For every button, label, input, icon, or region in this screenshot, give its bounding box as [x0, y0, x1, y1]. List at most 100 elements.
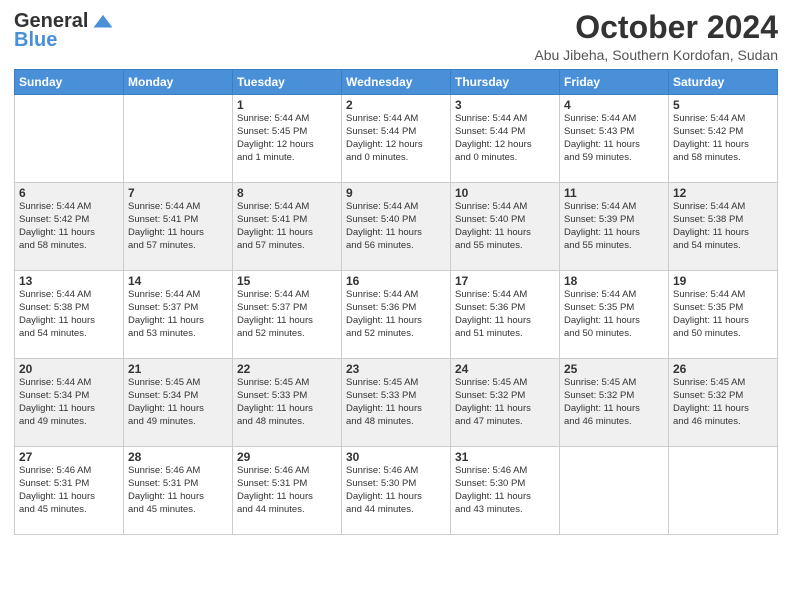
day-info: Sunrise: 5:45 AM Sunset: 5:32 PM Dayligh… — [455, 377, 555, 428]
day-number: 26 — [673, 362, 773, 376]
header: General Blue October 2024 Abu Jibeha, So… — [14, 10, 778, 63]
calendar-day-header: Monday — [124, 70, 233, 95]
calendar-cell: 31Sunrise: 5:46 AM Sunset: 5:30 PM Dayli… — [451, 447, 560, 535]
day-info: Sunrise: 5:44 AM Sunset: 5:35 PM Dayligh… — [564, 289, 664, 340]
calendar-cell: 24Sunrise: 5:45 AM Sunset: 5:32 PM Dayli… — [451, 359, 560, 447]
day-number: 23 — [346, 362, 446, 376]
day-number: 17 — [455, 274, 555, 288]
calendar-week-row: 1Sunrise: 5:44 AM Sunset: 5:45 PM Daylig… — [15, 95, 778, 183]
day-number: 24 — [455, 362, 555, 376]
calendar-cell: 17Sunrise: 5:44 AM Sunset: 5:36 PM Dayli… — [451, 271, 560, 359]
day-info: Sunrise: 5:46 AM Sunset: 5:31 PM Dayligh… — [237, 465, 337, 516]
calendar-cell: 23Sunrise: 5:45 AM Sunset: 5:33 PM Dayli… — [342, 359, 451, 447]
day-info: Sunrise: 5:44 AM Sunset: 5:36 PM Dayligh… — [346, 289, 446, 340]
day-number: 22 — [237, 362, 337, 376]
calendar-cell: 16Sunrise: 5:44 AM Sunset: 5:36 PM Dayli… — [342, 271, 451, 359]
calendar-week-row: 13Sunrise: 5:44 AM Sunset: 5:38 PM Dayli… — [15, 271, 778, 359]
calendar-cell — [124, 95, 233, 183]
calendar-cell: 25Sunrise: 5:45 AM Sunset: 5:32 PM Dayli… — [560, 359, 669, 447]
day-number: 7 — [128, 186, 228, 200]
day-number: 6 — [19, 186, 119, 200]
calendar-cell: 18Sunrise: 5:44 AM Sunset: 5:35 PM Dayli… — [560, 271, 669, 359]
calendar-cell: 5Sunrise: 5:44 AM Sunset: 5:42 PM Daylig… — [669, 95, 778, 183]
day-number: 2 — [346, 98, 446, 112]
calendar: SundayMondayTuesdayWednesdayThursdayFrid… — [14, 69, 778, 535]
page: General Blue October 2024 Abu Jibeha, So… — [0, 0, 792, 612]
day-number: 29 — [237, 450, 337, 464]
day-info: Sunrise: 5:44 AM Sunset: 5:37 PM Dayligh… — [128, 289, 228, 340]
day-info: Sunrise: 5:44 AM Sunset: 5:36 PM Dayligh… — [455, 289, 555, 340]
day-info: Sunrise: 5:45 AM Sunset: 5:34 PM Dayligh… — [128, 377, 228, 428]
day-number: 21 — [128, 362, 228, 376]
calendar-cell: 3Sunrise: 5:44 AM Sunset: 5:44 PM Daylig… — [451, 95, 560, 183]
day-info: Sunrise: 5:44 AM Sunset: 5:44 PM Dayligh… — [346, 113, 446, 164]
calendar-day-header: Friday — [560, 70, 669, 95]
calendar-cell: 7Sunrise: 5:44 AM Sunset: 5:41 PM Daylig… — [124, 183, 233, 271]
day-number: 9 — [346, 186, 446, 200]
day-info: Sunrise: 5:44 AM Sunset: 5:40 PM Dayligh… — [455, 201, 555, 252]
calendar-day-header: Wednesday — [342, 70, 451, 95]
calendar-cell: 9Sunrise: 5:44 AM Sunset: 5:40 PM Daylig… — [342, 183, 451, 271]
calendar-cell: 26Sunrise: 5:45 AM Sunset: 5:32 PM Dayli… — [669, 359, 778, 447]
title-section: October 2024 Abu Jibeha, Southern Kordof… — [534, 10, 778, 63]
calendar-cell: 27Sunrise: 5:46 AM Sunset: 5:31 PM Dayli… — [15, 447, 124, 535]
calendar-cell: 11Sunrise: 5:44 AM Sunset: 5:39 PM Dayli… — [560, 183, 669, 271]
day-info: Sunrise: 5:44 AM Sunset: 5:45 PM Dayligh… — [237, 113, 337, 164]
calendar-cell: 10Sunrise: 5:44 AM Sunset: 5:40 PM Dayli… — [451, 183, 560, 271]
calendar-cell — [669, 447, 778, 535]
day-number: 14 — [128, 274, 228, 288]
calendar-week-row: 20Sunrise: 5:44 AM Sunset: 5:34 PM Dayli… — [15, 359, 778, 447]
day-number: 13 — [19, 274, 119, 288]
day-info: Sunrise: 5:46 AM Sunset: 5:31 PM Dayligh… — [19, 465, 119, 516]
logo-icon — [92, 11, 114, 33]
day-number: 1 — [237, 98, 337, 112]
day-number: 19 — [673, 274, 773, 288]
day-number: 3 — [455, 98, 555, 112]
calendar-cell: 29Sunrise: 5:46 AM Sunset: 5:31 PM Dayli… — [233, 447, 342, 535]
calendar-cell — [560, 447, 669, 535]
calendar-cell — [15, 95, 124, 183]
calendar-cell: 4Sunrise: 5:44 AM Sunset: 5:43 PM Daylig… — [560, 95, 669, 183]
calendar-cell: 22Sunrise: 5:45 AM Sunset: 5:33 PM Dayli… — [233, 359, 342, 447]
location: Abu Jibeha, Southern Kordofan, Sudan — [534, 47, 778, 63]
day-number: 10 — [455, 186, 555, 200]
day-info: Sunrise: 5:44 AM Sunset: 5:44 PM Dayligh… — [455, 113, 555, 164]
day-info: Sunrise: 5:46 AM Sunset: 5:31 PM Dayligh… — [128, 465, 228, 516]
day-number: 31 — [455, 450, 555, 464]
day-info: Sunrise: 5:44 AM Sunset: 5:37 PM Dayligh… — [237, 289, 337, 340]
calendar-cell: 15Sunrise: 5:44 AM Sunset: 5:37 PM Dayli… — [233, 271, 342, 359]
month-title: October 2024 — [534, 10, 778, 45]
day-number: 5 — [673, 98, 773, 112]
day-info: Sunrise: 5:44 AM Sunset: 5:41 PM Dayligh… — [237, 201, 337, 252]
calendar-cell: 8Sunrise: 5:44 AM Sunset: 5:41 PM Daylig… — [233, 183, 342, 271]
calendar-cell: 19Sunrise: 5:44 AM Sunset: 5:35 PM Dayli… — [669, 271, 778, 359]
calendar-cell: 28Sunrise: 5:46 AM Sunset: 5:31 PM Dayli… — [124, 447, 233, 535]
day-info: Sunrise: 5:44 AM Sunset: 5:40 PM Dayligh… — [346, 201, 446, 252]
day-info: Sunrise: 5:44 AM Sunset: 5:39 PM Dayligh… — [564, 201, 664, 252]
calendar-cell: 2Sunrise: 5:44 AM Sunset: 5:44 PM Daylig… — [342, 95, 451, 183]
day-info: Sunrise: 5:44 AM Sunset: 5:42 PM Dayligh… — [19, 201, 119, 252]
day-info: Sunrise: 5:44 AM Sunset: 5:41 PM Dayligh… — [128, 201, 228, 252]
day-number: 11 — [564, 186, 664, 200]
day-number: 8 — [237, 186, 337, 200]
day-info: Sunrise: 5:46 AM Sunset: 5:30 PM Dayligh… — [455, 465, 555, 516]
calendar-cell: 12Sunrise: 5:44 AM Sunset: 5:38 PM Dayli… — [669, 183, 778, 271]
calendar-day-header: Tuesday — [233, 70, 342, 95]
day-number: 30 — [346, 450, 446, 464]
day-number: 16 — [346, 274, 446, 288]
calendar-cell: 14Sunrise: 5:44 AM Sunset: 5:37 PM Dayli… — [124, 271, 233, 359]
calendar-week-row: 6Sunrise: 5:44 AM Sunset: 5:42 PM Daylig… — [15, 183, 778, 271]
day-number: 15 — [237, 274, 337, 288]
day-number: 12 — [673, 186, 773, 200]
calendar-day-header: Sunday — [15, 70, 124, 95]
day-info: Sunrise: 5:45 AM Sunset: 5:33 PM Dayligh… — [346, 377, 446, 428]
calendar-cell: 30Sunrise: 5:46 AM Sunset: 5:30 PM Dayli… — [342, 447, 451, 535]
logo: General Blue — [14, 10, 114, 52]
day-number: 18 — [564, 274, 664, 288]
calendar-cell: 1Sunrise: 5:44 AM Sunset: 5:45 PM Daylig… — [233, 95, 342, 183]
day-info: Sunrise: 5:45 AM Sunset: 5:32 PM Dayligh… — [564, 377, 664, 428]
calendar-cell: 13Sunrise: 5:44 AM Sunset: 5:38 PM Dayli… — [15, 271, 124, 359]
day-info: Sunrise: 5:44 AM Sunset: 5:34 PM Dayligh… — [19, 377, 119, 428]
day-number: 27 — [19, 450, 119, 464]
day-number: 28 — [128, 450, 228, 464]
